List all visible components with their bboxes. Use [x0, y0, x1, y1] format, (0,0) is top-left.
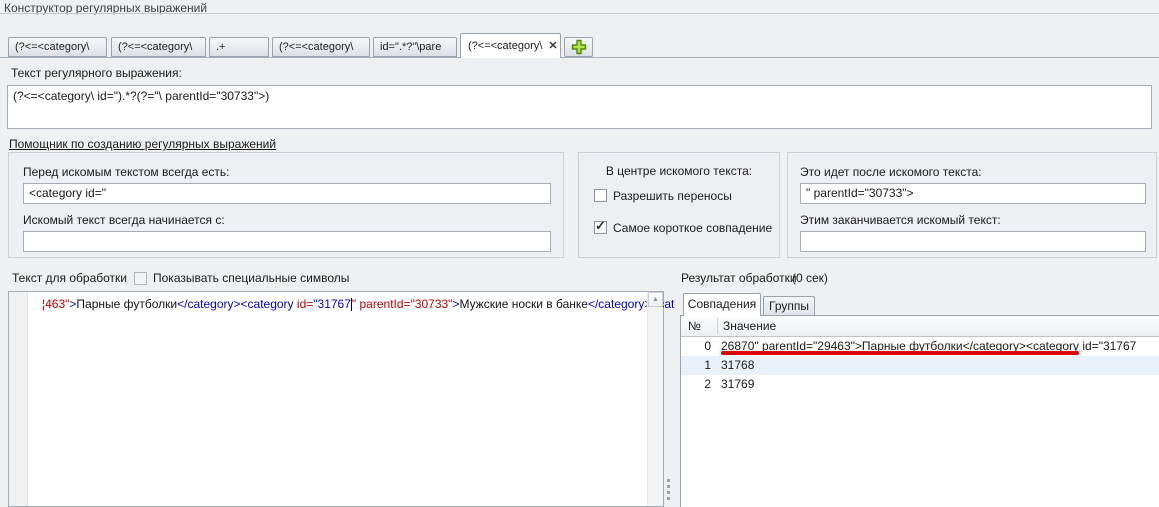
ends-with-label: Этим заканчивается искомый текст:: [800, 213, 1001, 227]
column-divider: [717, 318, 718, 334]
tabstrip-bottom-border: [0, 57, 1159, 58]
source-segment: ¦463": [42, 297, 69, 311]
shortest-match-checkbox[interactable]: ✓: [594, 221, 607, 234]
row-value: 31768: [721, 358, 754, 372]
tab-matches[interactable]: Совпадения: [683, 293, 761, 316]
center-options-groupbox: В центре искомого текста: ✓ Разрешить пе…: [578, 152, 780, 258]
show-special-chars-label: Показывать специальные символы: [153, 271, 349, 285]
scroll-up-button[interactable]: ▲: [648, 292, 663, 307]
helper-link[interactable]: Помощник по созданию регулярных выражени…: [9, 137, 276, 151]
before-text-label: Перед искомым текстом всегда есть:: [23, 165, 230, 179]
close-tab-icon[interactable]: ✕: [548, 37, 557, 55]
regex-constructor-window: Конструктор регулярных выражений (?<=<ca…: [0, 0, 1159, 507]
add-tab-button[interactable]: [564, 37, 593, 57]
source-segment: </category>: [588, 297, 651, 311]
up-arrow-icon: ▲: [652, 296, 659, 303]
source-gutter: [9, 292, 28, 506]
checkmark-icon: ✓: [595, 218, 606, 234]
after-text-input[interactable]: " parentId="30733">: [800, 183, 1146, 204]
source-text-line: ¦463">Парные футболки</category><categor…: [42, 297, 674, 311]
allow-breaks-label: Разрешить переносы: [613, 189, 732, 203]
regex-tab-4[interactable]: (?<=<category\: [272, 37, 370, 57]
source-segment: Парные футболки: [76, 297, 177, 311]
column-header-num: №: [688, 319, 701, 333]
title-separator: [0, 13, 1159, 14]
ends-with-input[interactable]: [800, 231, 1146, 252]
regex-tab-active-label: (?<=<category\: [468, 37, 542, 55]
results-table-header: № Значение: [681, 316, 1159, 337]
regex-tab-2[interactable]: (?<=<category\: [111, 37, 206, 57]
source-text-label: Текст для обработки: [12, 271, 127, 285]
source-segment: parentId="30733": [356, 297, 452, 311]
regex-input[interactable]: (?<=<category\ id=").*?(?="\ parentId="3…: [7, 85, 1152, 129]
results-label: Результат обработки: [681, 271, 797, 285]
regex-tab-5[interactable]: id=".*?"\pare: [373, 37, 457, 57]
regex-tab-3[interactable]: .+: [209, 37, 269, 57]
column-header-value: Значение: [723, 319, 776, 333]
allow-breaks-checkbox[interactable]: ✓: [594, 189, 607, 202]
source-segment: id=: [297, 297, 313, 311]
source-segment: </category>: [177, 297, 240, 311]
source-segment: <category: [241, 297, 294, 311]
source-text-area[interactable]: ¦463">Парные футболки</category><categor…: [8, 291, 664, 507]
tab-groups[interactable]: Группы: [763, 296, 815, 316]
after-text-groupbox: Это идет после искомого текста: " parent…: [787, 152, 1157, 258]
source-segment: Мужские носки в банке: [459, 297, 588, 311]
table-row[interactable]: 1 31768: [681, 356, 1159, 375]
splitter-grip[interactable]: [667, 479, 670, 503]
show-special-chars-checkbox[interactable]: ✓: [134, 272, 147, 285]
row-index: 0: [681, 339, 711, 353]
regex-text-label: Текст регулярного выражения:: [11, 66, 182, 80]
table-row[interactable]: 2 31769: [681, 375, 1159, 394]
row-index: 2: [681, 377, 711, 391]
after-text-label: Это идет после искомого текста:: [800, 165, 982, 179]
regex-tab-1[interactable]: (?<=<category\: [8, 37, 107, 57]
results-time: (0 сек): [792, 271, 828, 285]
regex-tab-active[interactable]: (?<=<category\ ✕: [460, 33, 561, 58]
shortest-match-label: Самое короткое совпадение: [613, 221, 772, 235]
source-vertical-scrollbar[interactable]: ▲: [647, 292, 663, 506]
row-value: 31769: [721, 377, 754, 391]
source-segment: "31767: [313, 297, 351, 311]
plus-icon: [571, 39, 587, 55]
center-options-title: В центре искомого текста:: [579, 164, 779, 178]
starts-with-label: Искомый текст всегда начинается с:: [23, 213, 225, 227]
starts-with-input[interactable]: [23, 231, 551, 252]
results-table: № Значение 0 26870" parentId="29463">Пар…: [680, 315, 1159, 507]
red-annotation-underline: [721, 351, 1079, 355]
before-text-input[interactable]: <category id=": [23, 183, 551, 204]
row-index: 1: [681, 358, 711, 372]
before-text-groupbox: Перед искомым текстом всегда есть: <cate…: [8, 152, 564, 258]
